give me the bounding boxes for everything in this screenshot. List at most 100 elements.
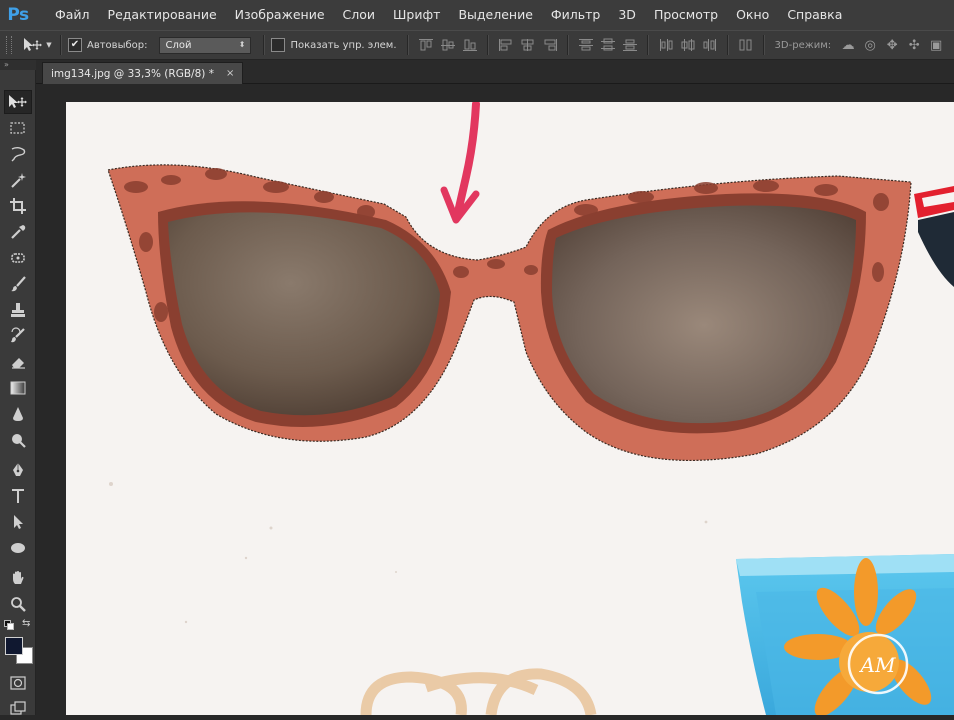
sunglasses-illustration [107, 164, 912, 461]
checkmark-icon: ✔ [70, 39, 80, 50]
zoom-tool[interactable] [4, 592, 32, 616]
menu-layers[interactable]: Слои [334, 0, 385, 30]
menu-view[interactable]: Просмотр [645, 0, 727, 30]
document-canvas[interactable]: AM [66, 102, 954, 715]
menu-type[interactable]: Шрифт [384, 0, 449, 30]
separator [566, 35, 569, 55]
3d-scale-button[interactable]: ▣ [925, 35, 947, 55]
align-left-icon [498, 39, 512, 51]
foreground-color-swatch[interactable] [5, 637, 23, 655]
move-tool-icon [24, 38, 43, 51]
distribute-middle-icon [600, 38, 615, 51]
toolbox-collapse-toggle[interactable]: » [0, 60, 36, 70]
options-bar-grip[interactable] [6, 36, 12, 54]
distribute-right-button[interactable] [699, 35, 721, 55]
healing-brush-tool[interactable] [4, 246, 32, 270]
rectangular-marquee-tool[interactable] [4, 116, 32, 140]
document-tab-title: img134.jpg @ 33,3% (RGB/8) * [51, 67, 214, 80]
pen-icon [13, 463, 23, 476]
paper-speckles [109, 482, 708, 624]
rotate-icon: ☁ [841, 37, 855, 53]
dodge-tool[interactable] [4, 428, 32, 452]
3d-roll-button[interactable]: ◎ [859, 35, 881, 55]
quick-mask-button[interactable] [4, 671, 32, 695]
menu-filter[interactable]: Фильтр [542, 0, 609, 30]
eyedropper-tool[interactable] [4, 220, 32, 244]
autoselect-checkbox[interactable]: ✔ [68, 38, 82, 52]
crop-icon [10, 198, 26, 214]
separator [762, 35, 765, 55]
distribute-top-button[interactable] [575, 35, 597, 55]
move-tool[interactable] [4, 90, 32, 114]
right-edge-object [914, 186, 954, 287]
tool-preset-picker[interactable]: ▼ [20, 34, 54, 56]
blur-tool[interactable] [4, 402, 32, 426]
distribute-horizontal-centers-button[interactable] [677, 35, 699, 55]
roll-icon: ◎ [864, 37, 876, 53]
type-tool[interactable] [4, 484, 32, 508]
bandage-icon [11, 253, 25, 263]
type-icon [12, 489, 24, 503]
menu-edit[interactable]: Редактирование [99, 0, 226, 30]
move-tool-icon [9, 95, 27, 108]
menu-3d[interactable]: 3D [609, 0, 645, 30]
pen-tool[interactable] [4, 458, 32, 482]
default-colors-icon[interactable] [4, 620, 14, 630]
autoselect-target-select[interactable]: Слой ⬍ [159, 36, 252, 54]
blue-box-illustration: AM [736, 554, 954, 715]
path-selection-tool[interactable] [4, 510, 32, 534]
eraser-tool[interactable] [4, 350, 32, 374]
ellipse-tool[interactable] [4, 536, 32, 560]
menu-image[interactable]: Изображение [226, 0, 334, 30]
document-tab[interactable]: img134.jpg @ 33,3% (RGB/8) * × [42, 62, 244, 84]
lasso-tool[interactable] [4, 142, 32, 166]
lasso-icon [11, 147, 26, 162]
magic-wand-icon [11, 173, 26, 188]
history-brush-tool[interactable] [4, 324, 32, 348]
autoselect-label: Автовыбор: [87, 39, 148, 51]
swap-colors-icon[interactable]: ⇆ [22, 618, 30, 629]
align-left-edges-button[interactable] [495, 35, 517, 55]
gradient-tool[interactable] [4, 376, 32, 400]
show-transform-checkbox[interactable] [271, 38, 286, 52]
distribute-top-icon [578, 39, 593, 51]
align-horizontal-centers-button[interactable] [517, 35, 539, 55]
distribute-bottom-button[interactable] [619, 35, 641, 55]
distribute-left-icon [659, 39, 673, 51]
distribute-vertical-centers-button[interactable] [597, 35, 619, 55]
history-brush-icon [11, 327, 25, 343]
auto-align-icon [739, 39, 752, 51]
align-right-icon [544, 39, 557, 51]
eyedropper-icon [11, 225, 26, 239]
magic-wand-tool[interactable] [4, 168, 32, 192]
menu-file[interactable]: Файл [46, 0, 99, 30]
align-bottom-edges-button[interactable] [459, 35, 481, 55]
hand-tool[interactable] [4, 566, 32, 590]
canvas-area[interactable]: AM [36, 84, 954, 715]
hand-icon [13, 571, 24, 584]
rope-illustration [360, 668, 597, 715]
3d-rotate-button[interactable]: ☁ [837, 35, 859, 55]
close-icon[interactable]: × [226, 68, 234, 79]
menu-select[interactable]: Выделение [449, 0, 541, 30]
distribute-left-button[interactable] [655, 35, 677, 55]
toolbox: ⇆ [0, 70, 36, 715]
crop-tool[interactable] [4, 194, 32, 218]
menu-help[interactable]: Справка [778, 0, 851, 30]
brush-tool[interactable] [4, 272, 32, 296]
auto-align-layers-button[interactable] [735, 35, 757, 55]
menu-window[interactable]: Окно [727, 0, 778, 30]
align-middle-icon [440, 39, 455, 51]
align-vertical-centers-button[interactable] [437, 35, 459, 55]
separator [60, 35, 62, 55]
menu-bar: Ps Файл Редактирование Изображение Слои … [0, 0, 954, 30]
3d-slide-button[interactable]: ✣ [903, 35, 925, 55]
screen-mode-button[interactable] [4, 696, 32, 720]
align-bottom-icon [462, 39, 477, 51]
clone-stamp-tool[interactable] [4, 298, 32, 322]
align-right-edges-button[interactable] [539, 35, 561, 55]
drag-icon: ✥ [886, 37, 898, 53]
blur-drop-icon [13, 407, 23, 421]
3d-drag-button[interactable]: ✥ [881, 35, 903, 55]
align-top-edges-button[interactable] [415, 35, 437, 55]
